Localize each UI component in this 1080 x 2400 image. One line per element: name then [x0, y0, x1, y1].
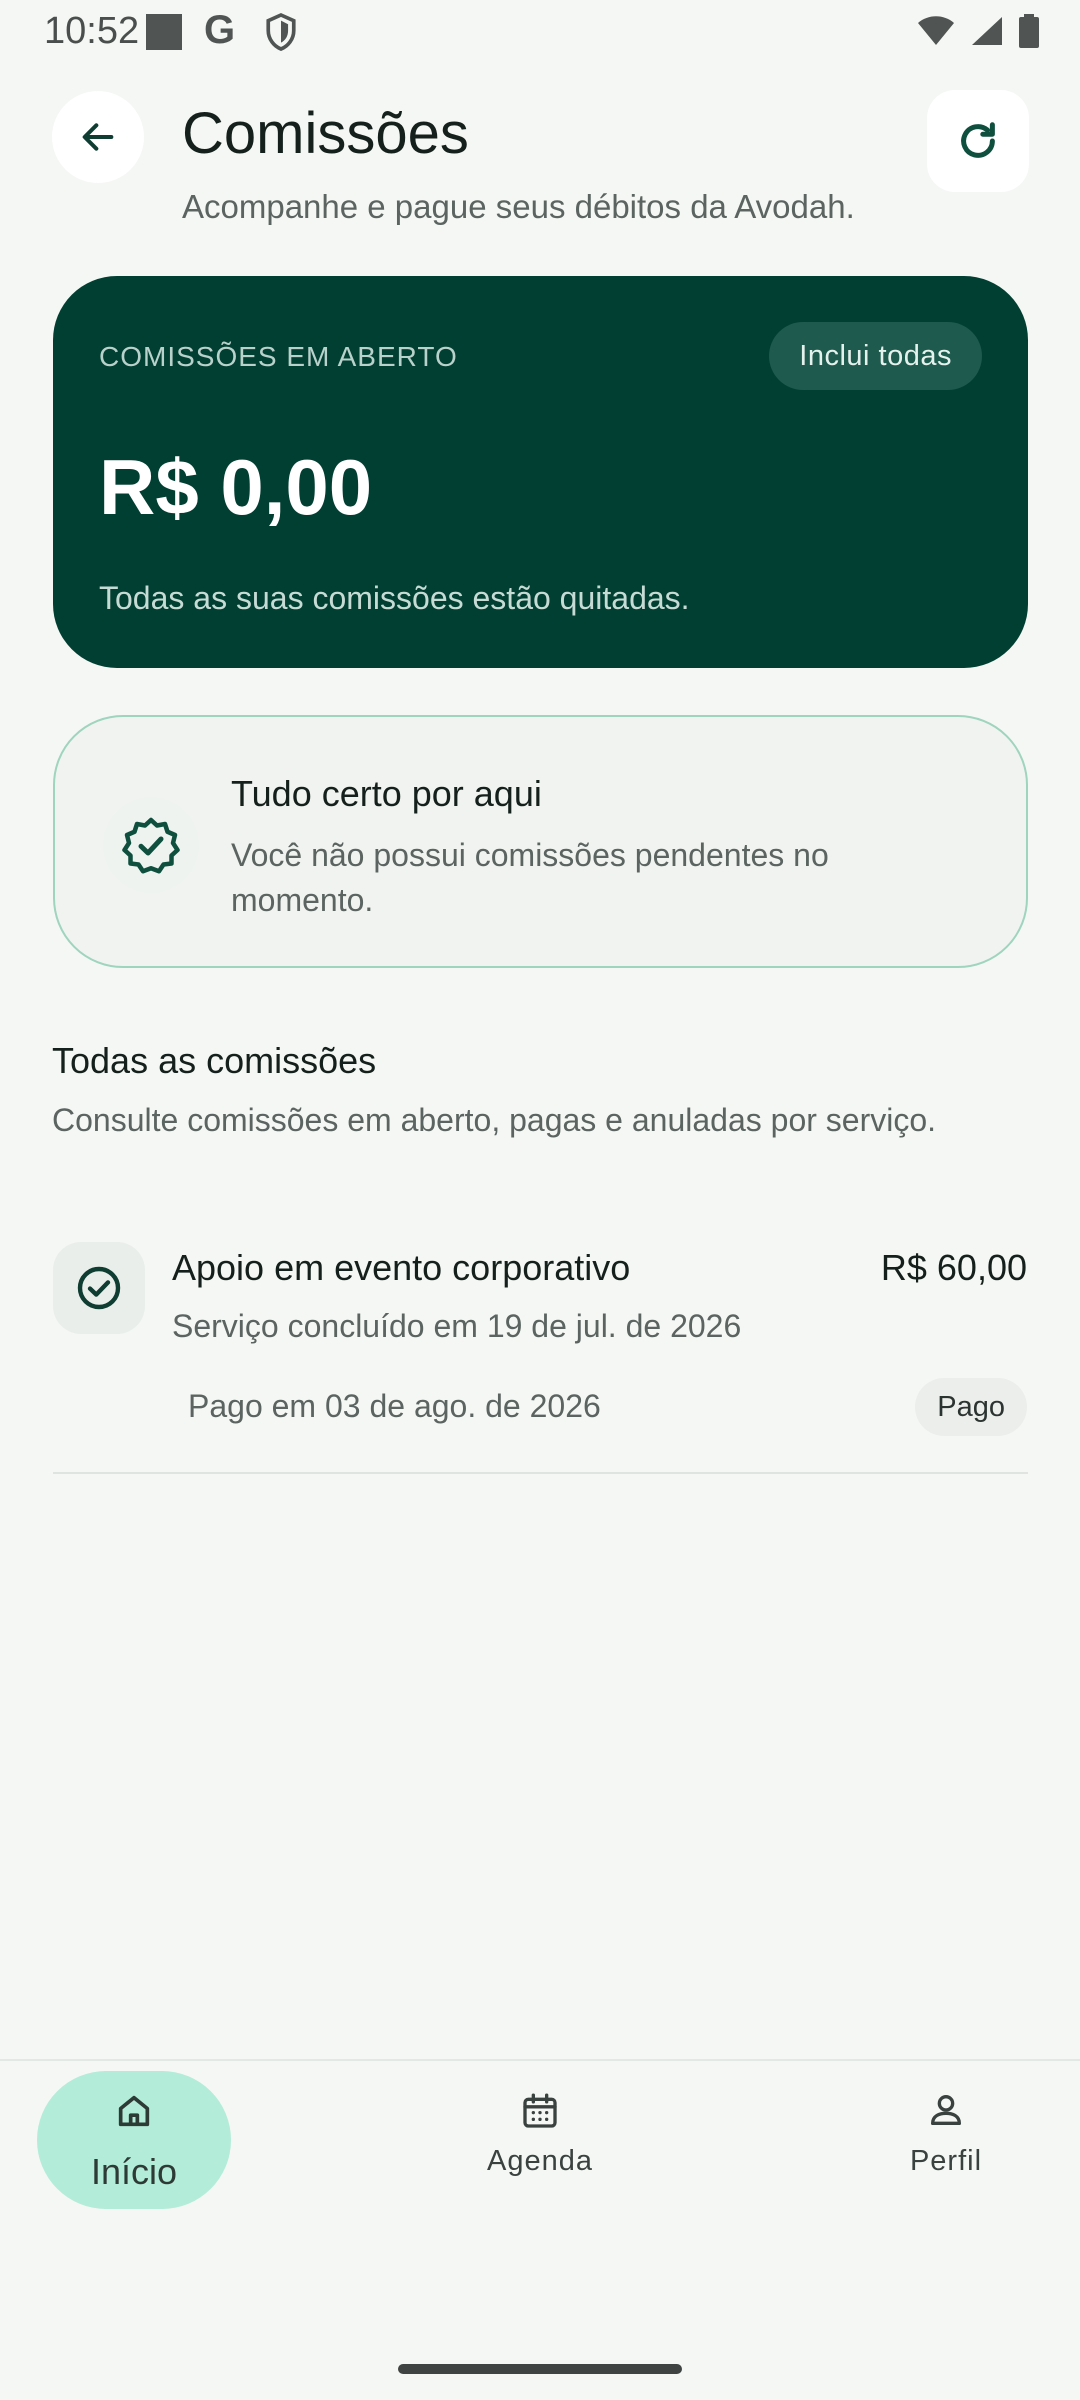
commission-service-date: Serviço concluído em 19 de jul. de 2026 [172, 1308, 742, 1344]
shield-icon [266, 12, 296, 51]
nav-item-inicio[interactable]: Início [37, 2071, 231, 2209]
commission-amount: R$ 60,00 [880, 1247, 1027, 1288]
includes-all-chip[interactable]: Inclui todas [769, 322, 982, 390]
section-title: Todas as comissões [52, 1040, 377, 1081]
balance-label: COMISSÕES EM ABERTO [99, 341, 458, 372]
open-commissions-card: COMISSÕES EM ABERTO Inclui todas R$ 0,00… [53, 276, 1028, 668]
notification-icon [146, 14, 182, 50]
refresh-button[interactable] [927, 90, 1029, 192]
section-subtitle: Consulte comissões em aberto, pagas e an… [52, 1102, 937, 1138]
nav-item-perfil[interactable]: Perfil [866, 2145, 1026, 2178]
status-badge: Pago [915, 1378, 1027, 1436]
person-icon[interactable] [926, 2090, 966, 2130]
bottom-navigation: Início Agenda Perfil [0, 2059, 1080, 2400]
google-icon: G [204, 8, 236, 52]
battery-icon [1019, 14, 1039, 48]
status-icon-container [103, 797, 199, 893]
nav-label-inicio: Início [90, 2151, 178, 2192]
home-indicator[interactable] [398, 2364, 682, 2374]
page-subtitle: Acompanhe e pague seus débitos da Avodah… [182, 188, 855, 225]
signal-icon [972, 17, 1002, 45]
divider [53, 1472, 1028, 1474]
check-circle-icon [77, 1266, 121, 1310]
commission-paid-date: Pago em 03 de ago. de 2026 [188, 1388, 601, 1424]
wifi-icon [918, 16, 954, 45]
arrow-left-icon [82, 123, 114, 151]
status-title: Tudo certo por aqui [231, 773, 542, 814]
back-button[interactable] [52, 91, 144, 183]
calendar-icon[interactable] [520, 2090, 560, 2132]
verified-badge-icon [122, 817, 180, 874]
nav-item-agenda[interactable]: Agenda [460, 2145, 620, 2178]
refresh-icon [961, 122, 995, 158]
all-clear-card: Tudo certo por aqui Você não possui comi… [53, 715, 1028, 968]
status-time: 10:52 [44, 10, 140, 52]
balance-amount: R$ 0,00 [99, 443, 373, 531]
status-bar: 10:52 G [0, 0, 1080, 64]
item-icon-container [53, 1242, 145, 1334]
commission-title: Apoio em evento corporativo [172, 1247, 631, 1288]
status-text: Você não possui comissões pendentes no m… [231, 837, 829, 918]
page-title: Comissões [182, 101, 469, 166]
balance-note: Todas as suas comissões estão quitadas. [99, 580, 690, 616]
home-icon [118, 2095, 150, 2127]
